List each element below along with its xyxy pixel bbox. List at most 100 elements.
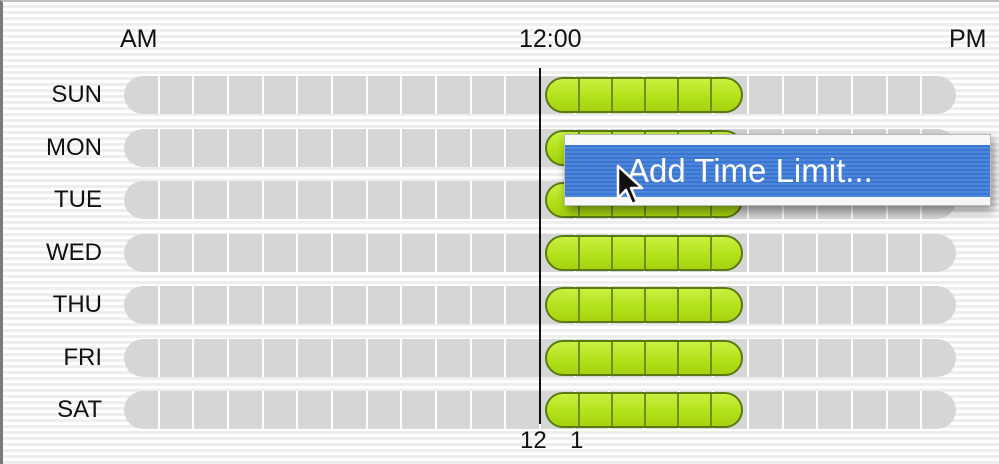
hour-divider [227,286,229,324]
hour-divider [227,128,229,167]
hour-divider [296,76,299,114]
hour-divider [331,391,333,429]
time-limit-block-thu[interactable] [545,287,743,323]
limit-hour-divider [611,236,613,269]
hour-divider [157,338,160,377]
hour-divider [365,391,368,429]
hour-divider [365,181,368,219]
hour-divider [157,391,160,429]
hour-divider [747,233,749,272]
limit-hour-divider [578,236,580,269]
hour-divider [192,233,195,272]
hour-divider [400,391,403,429]
hour-divider [400,338,403,377]
hour-divider [157,233,160,272]
hour-divider [504,338,507,377]
limit-hour-divider [677,79,679,111]
hour-divider [331,233,333,272]
limit-hour-divider [644,289,646,321]
hour-divider [192,181,195,219]
hour-divider [227,338,229,377]
time-limit-block-wed[interactable] [545,234,743,271]
hour-divider [261,286,264,324]
hour-divider [504,128,507,167]
hour-divider [192,128,195,167]
hour-divider [261,233,264,272]
limit-hour-divider [710,341,712,374]
hour-divider [400,128,403,167]
am-label: AM [120,25,158,53]
hour-divider [747,286,749,324]
pm-label: PM [949,25,987,53]
hour-divider [504,233,507,272]
hour-divider [816,76,819,114]
day-label-thu: THU [52,291,102,318]
hour-divider [157,286,160,324]
hour-divider [400,286,403,324]
hour-divider [469,286,472,324]
limit-hour-divider [644,394,646,426]
arrow-pointer-icon [616,164,644,206]
hour-divider [920,286,923,324]
hour-divider [885,338,888,377]
hour-divider [469,391,472,429]
limit-hour-divider [611,341,613,374]
limit-hour-divider [611,289,613,321]
hour-divider [435,128,437,167]
hour-divider [781,76,784,114]
hour-divider [920,391,923,429]
hour-divider [331,181,333,219]
hour-divider [885,286,888,324]
hour-divider [469,76,472,114]
limit-hour-divider [677,289,679,321]
hour-divider [331,286,333,324]
hour-divider [435,181,437,219]
limit-hour-divider [611,79,613,111]
limit-hour-divider [611,394,613,426]
tick-label-1: 1 [570,427,584,454]
hour-divider [365,128,368,167]
hour-divider [469,128,472,167]
limit-hour-divider [578,394,580,426]
hour-divider [781,338,784,377]
hour-divider [400,76,403,114]
hour-divider [469,338,472,377]
hour-divider [157,181,160,219]
hour-divider [227,76,229,114]
hour-divider [365,338,368,377]
time-limit-block-fri[interactable] [545,339,743,376]
time-limit-block-sat[interactable] [545,392,743,428]
noon-marker-line [539,68,541,424]
hour-divider [365,233,368,272]
hour-divider [851,286,853,324]
hour-divider [504,391,507,429]
hour-divider [261,76,264,114]
hour-divider [816,286,819,324]
limit-hour-divider [677,394,679,426]
hour-divider [435,391,437,429]
hour-divider [851,391,853,429]
limit-hour-divider [710,394,712,426]
hour-divider [504,76,507,114]
limit-hour-divider [578,341,580,374]
limit-hour-divider [710,236,712,269]
hour-divider [816,338,819,377]
hour-divider [920,338,923,377]
hour-divider [261,181,264,219]
time-limit-block-sun[interactable] [545,77,743,113]
hour-divider [435,76,437,114]
hour-divider [885,233,888,272]
hour-divider [435,338,437,377]
hour-divider [781,233,784,272]
tick-label-12: 12 [520,427,547,454]
limit-hour-divider [644,79,646,111]
hour-divider [296,233,299,272]
hour-divider [885,76,888,114]
hour-divider [296,286,299,324]
hour-divider [227,233,229,272]
hour-divider [261,338,264,377]
hour-divider [469,181,472,219]
day-label-fri: FRI [63,343,102,371]
noon-label: 12:00 [519,25,582,53]
hour-divider [747,76,749,114]
